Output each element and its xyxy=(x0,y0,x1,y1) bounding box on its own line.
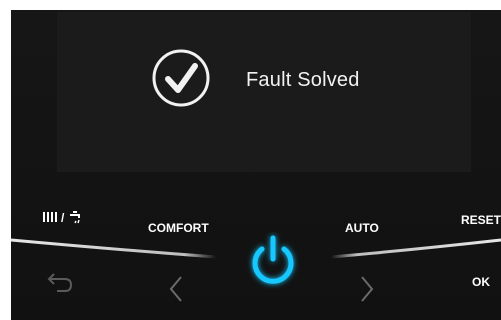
auto-button[interactable]: AUTO xyxy=(345,221,379,235)
comfort-button[interactable]: COMFORT xyxy=(148,221,209,235)
back-arrow-icon[interactable] xyxy=(45,270,75,294)
reset-button[interactable]: RESET xyxy=(461,213,501,227)
power-icon[interactable] xyxy=(243,232,303,292)
chevron-right-icon[interactable] xyxy=(358,274,376,304)
boiler-control-panel: Fault Solved / COMFORT AUTO RESET OK xyxy=(11,10,501,320)
heating-and-hot-water-icon: / xyxy=(43,211,80,225)
heating-water-mode-button[interactable]: / xyxy=(41,210,91,231)
ok-button[interactable]: OK xyxy=(472,275,490,289)
mode-separator: / xyxy=(61,211,65,225)
chevron-left-icon[interactable] xyxy=(167,274,185,304)
